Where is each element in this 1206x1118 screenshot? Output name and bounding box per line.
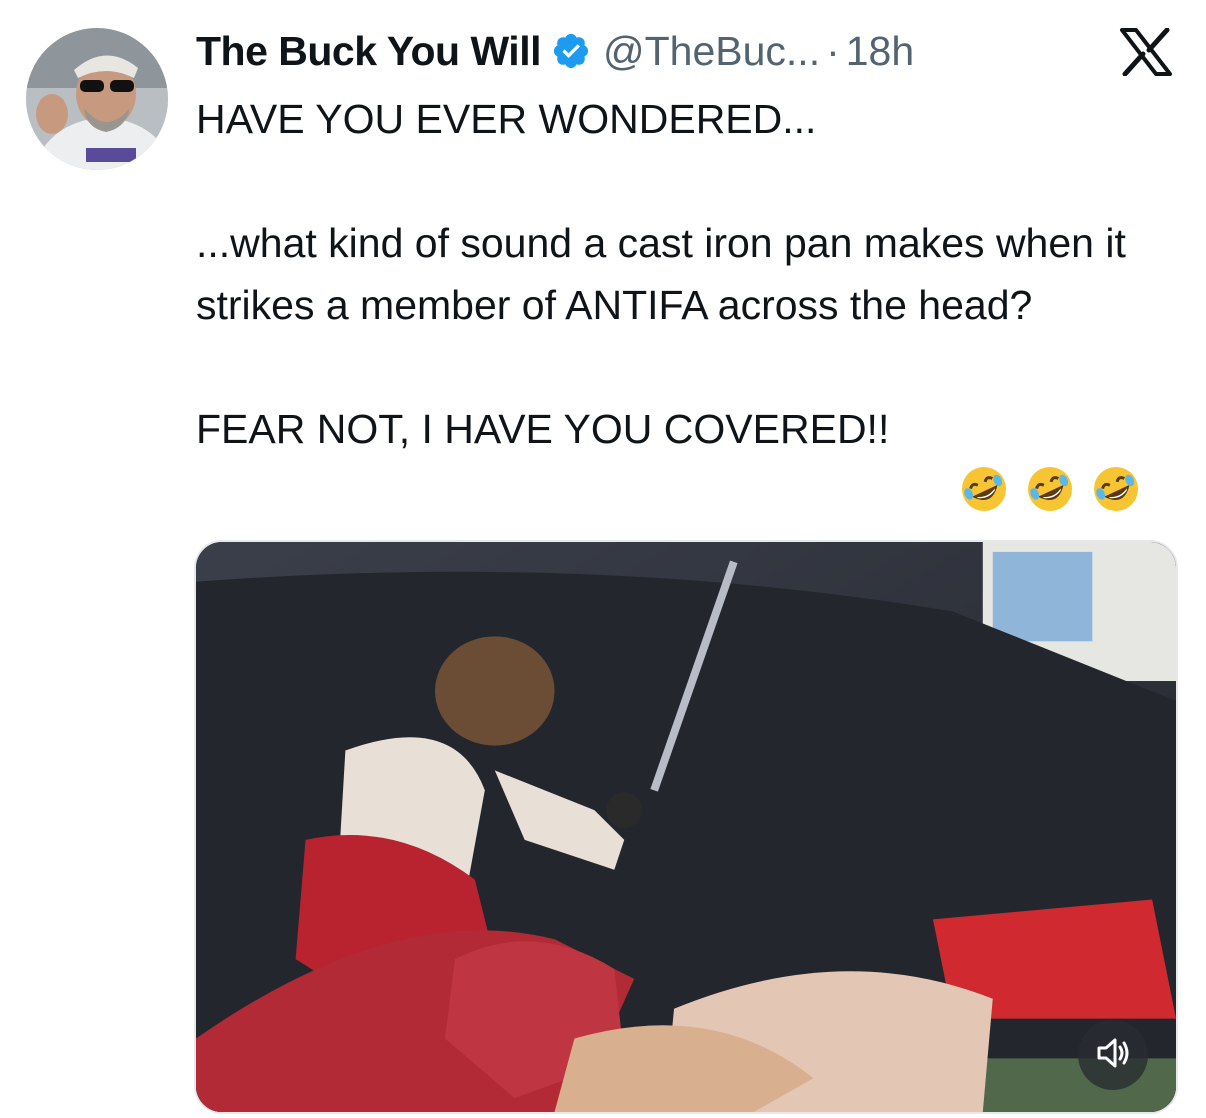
post-timestamp[interactable]: 18h (846, 28, 914, 75)
rolling-on-floor-laughing-icon (958, 463, 1010, 515)
video-frame (196, 542, 1176, 1112)
emoji-group (958, 463, 1142, 515)
rolling-on-floor-laughing-icon (1090, 463, 1142, 515)
rolling-on-floor-laughing-icon (1024, 463, 1076, 515)
avatar-image (26, 28, 168, 170)
post-header: The Buck You Will @TheBuc... · 18h (196, 26, 914, 76)
mute-toggle-button[interactable] (1078, 1020, 1148, 1090)
user-handle[interactable]: @TheBuc... (603, 28, 820, 75)
speaker-icon (1093, 1033, 1133, 1078)
display-name[interactable]: The Buck You Will (196, 28, 542, 75)
post-text: HAVE YOU EVER WONDERED... ...what kind o… (196, 96, 1126, 452)
separator-dot: · (826, 27, 840, 74)
x-logo-icon[interactable] (1118, 27, 1174, 77)
avatar[interactable] (26, 28, 168, 170)
verified-badge-icon (551, 31, 591, 71)
video-player[interactable] (194, 540, 1178, 1114)
